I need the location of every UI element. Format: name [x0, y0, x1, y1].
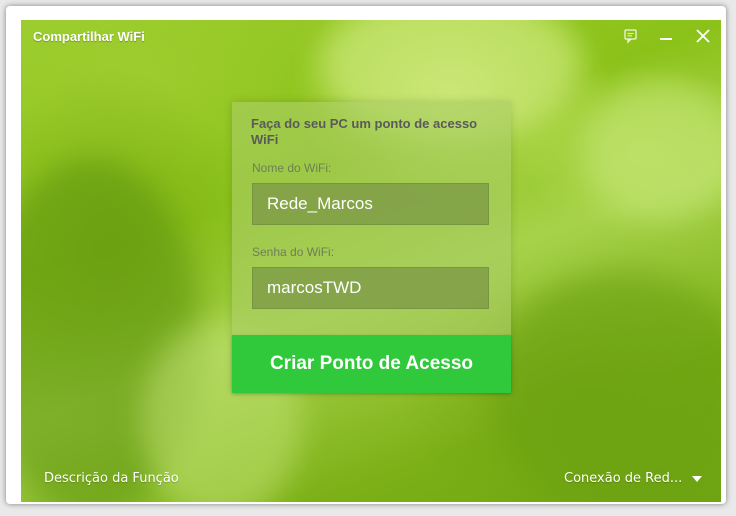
- minimize-button[interactable]: [652, 24, 680, 48]
- minimize-icon: [660, 38, 672, 40]
- network-connection-label: Conexão de Red...: [564, 471, 683, 486]
- background-leaf-blur: [581, 80, 721, 220]
- screenshot-frame: Compartilhar WiFi Faça do seu PC um pont…: [6, 6, 726, 504]
- close-icon: [696, 29, 710, 43]
- feedback-icon: [624, 29, 637, 44]
- wifi-name-label: Nome do WiFi:: [252, 161, 332, 175]
- function-description-link[interactable]: Descrição da Função: [44, 471, 179, 486]
- close-button[interactable]: [689, 24, 717, 48]
- background-leaf-blur: [491, 270, 721, 502]
- wifi-password-input[interactable]: marcosTWD: [252, 267, 489, 309]
- create-hotspot-button[interactable]: Criar Ponto de Acesso: [232, 335, 511, 393]
- wifi-password-label: Senha do WiFi:: [252, 245, 335, 259]
- chevron-down-icon: [692, 475, 703, 482]
- panel-heading: Faça do seu PC um ponto de acesso WiFi: [251, 116, 478, 147]
- app-window: Compartilhar WiFi Faça do seu PC um pont…: [21, 20, 721, 502]
- network-connection-dropdown[interactable]: Conexão de Red...: [564, 471, 703, 486]
- window-title: Compartilhar WiFi: [33, 29, 145, 44]
- feedback-button[interactable]: [617, 24, 645, 48]
- wifi-name-input[interactable]: Rede_Marcos: [252, 183, 489, 225]
